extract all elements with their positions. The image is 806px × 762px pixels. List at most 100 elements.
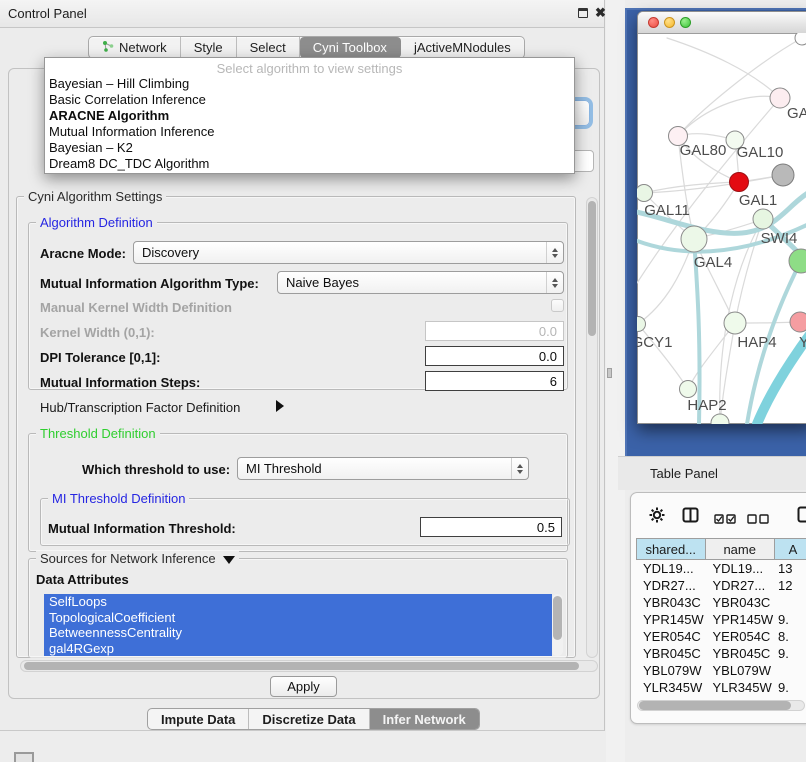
cell: YLR345W xyxy=(706,679,776,696)
cell: 13 xyxy=(775,560,806,577)
table-row[interactable]: YLR345W YLR345W 9. xyxy=(636,679,806,696)
table-row[interactable]: YBL079W YBL079W xyxy=(636,662,806,679)
list-item[interactable]: gal4RGexp xyxy=(44,641,552,657)
tab-discretize-data[interactable]: Discretize Data xyxy=(249,709,369,729)
node-table: shared... name A YDL19... YDL19... 13 YD… xyxy=(636,538,806,704)
algorithm-option[interactable]: Bayesian – Hill Climbing xyxy=(45,76,574,92)
which-threshold-combo[interactable]: MI Threshold xyxy=(237,457,529,480)
checked-boxes-icon[interactable] xyxy=(714,511,736,529)
table-row[interactable]: YER054C YER054C 8. xyxy=(636,628,806,645)
docked-panel-icon[interactable] xyxy=(14,752,34,762)
columns-icon[interactable] xyxy=(682,507,699,528)
algorithm-option[interactable]: Bayesian – K2 xyxy=(45,140,574,156)
window-close-icon[interactable] xyxy=(648,17,659,28)
hub-expand-arrow-icon[interactable] xyxy=(276,400,284,412)
cell: YPR145W xyxy=(706,611,776,628)
table-row[interactable]: YBR043C YBR043C xyxy=(636,594,806,611)
mi-steps-field[interactable]: 6 xyxy=(425,371,564,391)
settings-vertical-scrollbar[interactable] xyxy=(586,197,598,658)
aracne-mode-combo[interactable]: Discovery xyxy=(133,241,564,264)
which-threshold-value: MI Threshold xyxy=(238,461,511,476)
cell: 9. xyxy=(775,611,806,628)
algorithm-option[interactable]: Dream8 DC_TDC Algorithm xyxy=(45,156,574,172)
attribute-list-scrollbar-thumb[interactable] xyxy=(553,596,562,640)
mi-algorithm-type-combo[interactable]: Naive Bayes xyxy=(277,271,564,294)
network-window-titlebar[interactable] xyxy=(638,12,806,34)
column-header-clipped[interactable]: A xyxy=(775,538,806,560)
settings-vertical-scrollbar-thumb[interactable] xyxy=(588,201,596,336)
settings-horizontal-scrollbar[interactable] xyxy=(20,660,598,672)
attribute-list-scrollbar[interactable] xyxy=(552,594,563,656)
node xyxy=(795,33,806,45)
node xyxy=(789,249,806,273)
data-attributes-list[interactable]: SelfLoops TopologicalCoefficient Between… xyxy=(44,594,552,656)
tab-cyni-toolbox[interactable]: Cyni Toolbox xyxy=(300,37,401,58)
network-canvas[interactable]: GAL GAL80 GAL10 GAL1 GAL11 SWI4 GAL4 GCY… xyxy=(637,33,806,424)
tab-style[interactable]: Style xyxy=(181,37,237,58)
list-item[interactable]: BetweennessCentrality xyxy=(44,625,552,641)
cell: YBR043C xyxy=(706,594,776,611)
tab-impute-data[interactable]: Impute Data xyxy=(148,709,249,729)
mutual-information-threshold-label: Mutual Information Threshold: xyxy=(48,521,236,536)
apply-button[interactable]: Apply xyxy=(270,676,337,697)
cell: 12 xyxy=(775,577,806,594)
control-panel-window: Control Panel ✖ Network Style Select Cyn… xyxy=(0,0,605,731)
node-label: GAL1 xyxy=(739,192,777,209)
cell: YPR145W xyxy=(636,611,706,628)
aracne-mode-value: Discovery xyxy=(134,245,546,260)
kernel-width-field[interactable]: 0.0 xyxy=(425,321,564,341)
node-label: GAL10 xyxy=(737,144,784,161)
table-panel-title: Table Panel xyxy=(650,466,718,481)
tab-network[interactable]: Network xyxy=(89,37,181,58)
mutual-information-threshold-field[interactable]: 0.5 xyxy=(420,517,562,537)
threshold-definition-title: Threshold Definition xyxy=(36,426,160,441)
cell: YDR27... xyxy=(636,577,706,594)
node-label: GAL xyxy=(787,105,806,122)
window-minimize-icon[interactable] xyxy=(664,17,675,28)
tab-jactivemnodules[interactable]: jActiveMNodules xyxy=(401,37,524,58)
list-item[interactable]: SelfLoops xyxy=(44,594,552,610)
splitter-grip[interactable] xyxy=(607,368,612,378)
bottom-tabbar: Impute Data Discretize Data Infer Networ… xyxy=(147,708,480,730)
network-graph: GAL GAL80 GAL10 GAL1 GAL11 SWI4 GAL4 GCY… xyxy=(637,33,806,424)
tab-jactivemnodules-label: jActiveMNodules xyxy=(414,40,511,55)
sources-collapse-arrow-icon[interactable] xyxy=(223,556,235,564)
node-label: GAL11 xyxy=(644,202,690,219)
table-row[interactable]: YDR27... YDR27... 12 xyxy=(636,577,806,594)
table-row[interactable]: YBR045C YBR045C 9. xyxy=(636,645,806,662)
node xyxy=(680,381,697,398)
dpi-tolerance-label: DPI Tolerance [0,1]: xyxy=(40,350,160,365)
combo-spinner-icon xyxy=(511,458,528,479)
unchecked-boxes-icon[interactable] xyxy=(747,511,769,529)
column-header-shared[interactable]: shared... xyxy=(636,538,706,560)
new-table-icon[interactable] xyxy=(797,506,806,528)
list-item[interactable]: TopologicalCoefficient xyxy=(44,610,552,626)
tab-infer-network[interactable]: Infer Network xyxy=(370,709,479,729)
cell: YBR043C xyxy=(636,594,706,611)
table-row[interactable]: YPR145W YPR145W 9. xyxy=(636,611,806,628)
algorithm-option[interactable]: Mutual Information Inference xyxy=(45,124,574,140)
sources-title-text: Sources for Network Inference xyxy=(40,551,216,566)
dpi-tolerance-field[interactable]: 0.0 xyxy=(425,346,564,366)
algorithm-option[interactable]: Basic Correlation Inference xyxy=(45,92,574,108)
column-header-name[interactable]: name xyxy=(706,538,775,560)
window-zoom-icon[interactable] xyxy=(680,17,691,28)
gear-icon[interactable] xyxy=(648,506,666,529)
algorithm-definition-title: Algorithm Definition xyxy=(36,215,157,230)
tab-cyni-toolbox-label: Cyni Toolbox xyxy=(313,40,387,55)
mi-threshold-definition-title: MI Threshold Definition xyxy=(48,491,189,506)
manual-kernel-width-checkbox[interactable] xyxy=(551,299,564,312)
cell: 8. xyxy=(775,628,806,645)
float-window-icon[interactable] xyxy=(578,8,588,18)
table-row[interactable]: YDL19... YDL19... 13 xyxy=(636,560,806,577)
algorithm-option-selected[interactable]: ARACNE Algorithm xyxy=(45,108,574,124)
close-icon[interactable]: ✖ xyxy=(595,7,606,19)
algorithm-dropdown-prompt: Select algorithm to view settings xyxy=(45,61,574,76)
tab-infer-network-label: Infer Network xyxy=(383,712,466,727)
settings-horizontal-scrollbar-thumb[interactable] xyxy=(24,662,579,670)
tab-select[interactable]: Select xyxy=(237,37,300,58)
cell xyxy=(775,594,806,611)
table-horizontal-scrollbar-thumb[interactable] xyxy=(639,701,791,710)
node xyxy=(711,414,729,424)
panel-splitter[interactable] xyxy=(606,0,625,762)
